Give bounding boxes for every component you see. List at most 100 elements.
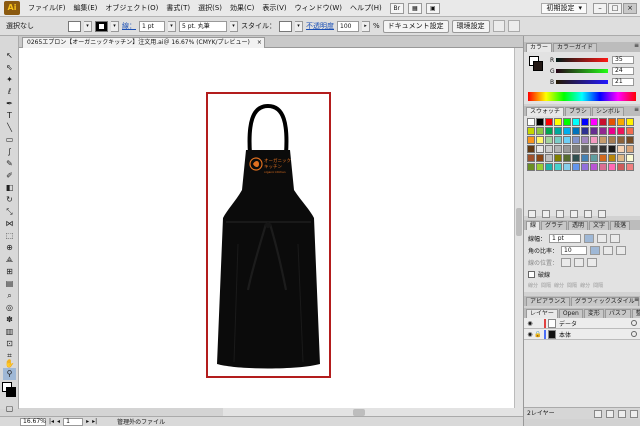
miter-join-button[interactable] (590, 246, 601, 255)
tab-open[interactable]: Open (558, 309, 583, 318)
swatch[interactable] (554, 163, 562, 171)
screen-mode-icon[interactable]: ▣ (425, 2, 440, 14)
tab-transparency[interactable]: 透明 (568, 221, 589, 230)
swatch[interactable] (599, 136, 607, 144)
swatch[interactable] (599, 163, 607, 171)
menu-file[interactable]: ファイル(F) (24, 3, 70, 13)
swatch[interactable] (554, 145, 562, 153)
swatch[interactable] (626, 118, 634, 126)
eye-icon[interactable]: ◉ (526, 320, 534, 327)
swatch[interactable] (608, 145, 616, 153)
panel-menu-icon[interactable]: ≡ (634, 42, 639, 49)
lasso-tool-icon[interactable]: ℓ (3, 86, 16, 98)
make-clipping-mask-icon[interactable] (594, 410, 602, 418)
layer-target-icon[interactable] (631, 320, 637, 326)
swatch[interactable] (590, 127, 598, 135)
bevel-join-button[interactable] (616, 246, 627, 255)
menu-help[interactable]: ヘルプ(H) (346, 3, 386, 13)
swatch[interactable] (536, 163, 544, 171)
tab-transform[interactable]: 変形 (583, 309, 604, 318)
swatch[interactable] (554, 136, 562, 144)
swatch[interactable] (545, 136, 553, 144)
tab-layers[interactable]: レイヤー (526, 309, 558, 318)
pen-tool-icon[interactable]: ✒ (3, 98, 16, 110)
tab-gradient[interactable]: グラデ (541, 221, 568, 230)
zoom-tool-icon[interactable]: ⚲ (3, 368, 16, 380)
round-join-button[interactable] (603, 246, 614, 255)
swatch[interactable] (545, 118, 553, 126)
file-status[interactable]: 管理外のファイル (117, 417, 165, 426)
stroke-label[interactable]: 線： (122, 21, 136, 31)
align-outside-button[interactable] (587, 258, 598, 267)
swatch[interactable] (572, 136, 580, 144)
color-spectrum[interactable] (528, 92, 636, 101)
perspective-grid-tool-icon[interactable]: ⟁ (3, 254, 16, 266)
opacity-field[interactable]: 100 (337, 20, 359, 32)
swatch-options-icon[interactable] (570, 210, 578, 218)
tab-align[interactable]: 整列 (631, 309, 640, 318)
swatch[interactable] (581, 118, 589, 126)
swatch[interactable] (617, 136, 625, 144)
stroke-dropdown[interactable]: ▾ (111, 20, 119, 32)
swatch[interactable] (581, 145, 589, 153)
swatch[interactable] (545, 163, 553, 171)
brush-field[interactable]: 5 pt. 丸筆 (179, 20, 227, 32)
rectangle-tool-icon[interactable]: ▭ (3, 134, 16, 146)
lock-icon[interactable]: 🔒 (534, 331, 542, 338)
opacity-dropdown[interactable]: ▸ (362, 20, 370, 32)
artboard-tool-icon[interactable]: ⊡ (3, 338, 16, 350)
swatch[interactable] (599, 154, 607, 162)
swatch[interactable] (536, 136, 544, 144)
swatch[interactable] (617, 145, 625, 153)
projecting-cap-button[interactable] (610, 234, 621, 243)
artboard[interactable]: オーガニック キッチン organic kitchen (206, 92, 331, 378)
gradient-tool-icon[interactable]: ▤ (3, 278, 16, 290)
swatch[interactable] (608, 127, 616, 135)
swatch[interactable] (590, 118, 598, 126)
swatch[interactable] (590, 136, 598, 144)
menu-object[interactable]: オブジェクト(O) (101, 3, 162, 13)
swatch[interactable] (590, 163, 598, 171)
minimize-button[interactable]: – (593, 2, 607, 14)
swatch[interactable] (527, 163, 535, 171)
swatch[interactable] (554, 118, 562, 126)
stroke-weight-dropdown[interactable]: ▾ (168, 20, 176, 32)
swatch[interactable] (545, 154, 553, 162)
swatch[interactable] (626, 163, 634, 171)
menu-view[interactable]: 表示(V) (258, 3, 290, 13)
fill-dropdown[interactable]: ▾ (84, 20, 92, 32)
last-artboard-button[interactable]: ▸| (92, 418, 97, 425)
brush-dropdown[interactable]: ▾ (230, 20, 238, 32)
layer-name[interactable]: データ (559, 319, 577, 328)
swatch[interactable] (608, 118, 616, 126)
arrange-icon[interactable] (492, 20, 505, 32)
swatch-kinds-icon[interactable] (542, 210, 550, 218)
miter-input[interactable]: 10 (561, 246, 588, 255)
stroke-weight-field[interactable]: 1 pt (139, 20, 165, 32)
line-tool-icon[interactable]: ╲ (3, 122, 16, 134)
channel-r-value[interactable]: 35 (612, 56, 634, 64)
shape-builder-tool-icon[interactable]: ⊕ (3, 242, 16, 254)
stroke-indicator[interactable] (6, 387, 16, 397)
dashed-checkbox[interactable] (528, 271, 535, 278)
swatch[interactable] (527, 118, 535, 126)
swatch[interactable] (608, 163, 616, 171)
new-swatch-icon[interactable] (584, 210, 592, 218)
dash-field-3[interactable]: 線分 (580, 282, 590, 289)
canvas[interactable]: オーガニック キッチン organic kitchen (19, 48, 523, 408)
swatch[interactable] (563, 154, 571, 162)
swatch[interactable] (617, 118, 625, 126)
tab-pathfinder[interactable]: パスフ (604, 309, 631, 318)
swatch[interactable] (581, 127, 589, 135)
butt-cap-button[interactable] (584, 234, 595, 243)
swatch[interactable] (536, 127, 544, 135)
next-artboard-button[interactable]: ▸ (86, 418, 89, 425)
stroke-weight-input[interactable]: 1 pt (549, 234, 582, 243)
vertical-scroll-thumb[interactable] (516, 208, 522, 236)
layer-row[interactable]: ◉ データ (524, 318, 640, 329)
selection-tool-icon[interactable]: ↖ (3, 50, 16, 62)
eraser-tool-icon[interactable]: ◧ (3, 182, 16, 194)
swatch[interactable] (563, 118, 571, 126)
channel-b-value[interactable]: 21 (612, 78, 634, 86)
swatch[interactable] (590, 145, 598, 153)
